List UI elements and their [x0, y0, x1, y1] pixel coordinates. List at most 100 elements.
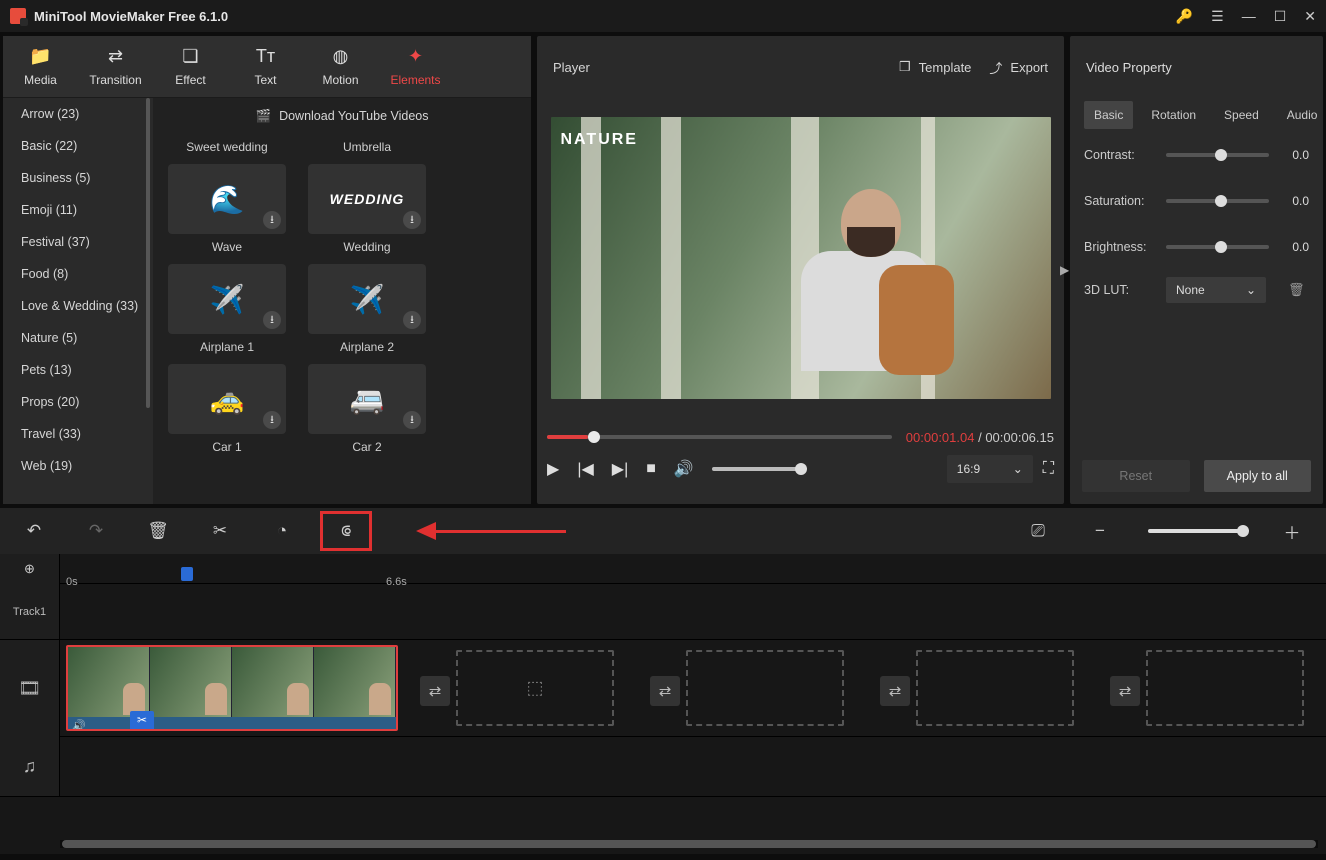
category-item[interactable]: Web (19) — [3, 450, 153, 482]
download-icon[interactable]: ⭳ — [263, 311, 281, 329]
delete-button[interactable]: 🗑 — [144, 517, 172, 545]
track-1-body[interactable] — [60, 584, 1326, 639]
category-item[interactable]: Basic (22) — [3, 130, 153, 162]
category-item[interactable]: Love & Wedding (33) — [3, 290, 153, 322]
add-media-icon: ⬚ — [526, 678, 543, 699]
zoom-in-button[interactable]: ＋ — [1278, 517, 1306, 545]
close-button[interactable]: ✕ — [1304, 8, 1316, 25]
slider-track[interactable] — [1166, 153, 1269, 157]
tab-effect[interactable]: ❏Effect — [153, 36, 228, 98]
crop-button-highlight: ⟃ — [320, 511, 372, 551]
undo-button[interactable]: ↶ — [20, 517, 48, 545]
transition-slot-icon[interactable]: ⇄ — [420, 676, 450, 706]
tab-transition[interactable]: ⇄Transition — [78, 36, 153, 98]
chevron-down-icon: ⌄ — [1246, 283, 1256, 297]
property-tab-basic[interactable]: Basic — [1084, 101, 1133, 129]
element-item[interactable]: 🚕⭳Car 1 — [167, 364, 287, 454]
element-item[interactable]: ✈️⭳Airplane 1 — [167, 264, 287, 354]
key-icon[interactable]: 🔑 — [1176, 8, 1193, 25]
prev-frame-button[interactable]: |◀ — [577, 459, 593, 479]
delete-lut-icon[interactable]: 🗑 — [1288, 282, 1305, 298]
element-item[interactable]: Sweet wedding — [167, 134, 287, 154]
timeline-horizontal-scrollbar[interactable] — [60, 840, 1318, 848]
apply-all-button[interactable]: Apply to all — [1204, 460, 1312, 492]
transition-slot-icon[interactable]: ⇄ — [650, 676, 680, 706]
element-item[interactable]: 🚐⭳Car 2 — [307, 364, 427, 454]
volume-slider[interactable] — [712, 467, 802, 471]
video-track-body[interactable]: 🔊 ✂ ⇄ ⬚ ⇄ ⇄ ⇄ — [60, 640, 1326, 736]
redo-button[interactable]: ↷ — [82, 517, 110, 545]
split-button[interactable]: ✂ — [206, 517, 234, 545]
download-icon[interactable]: ⭳ — [263, 211, 281, 229]
element-item[interactable]: ✈️⭳Airplane 2 — [307, 264, 427, 354]
zoom-out-button[interactable]: − — [1086, 517, 1114, 545]
tab-motion[interactable]: ◍Motion — [303, 36, 378, 98]
reset-button[interactable]: Reset — [1082, 460, 1190, 492]
empty-slot-1[interactable]: ⇄ ⬚ — [456, 650, 614, 726]
template-button[interactable]: ❒ Template — [899, 59, 971, 75]
scrub-bar[interactable]: 00:00:01.04 / 00:00:06.15 — [547, 426, 1054, 448]
empty-slot-4[interactable]: ⇄ — [1146, 650, 1304, 726]
player-controls: 00:00:01.04 / 00:00:06.15 ▶ |◀ ▶| ■ 🔊 16… — [537, 418, 1064, 504]
category-item[interactable]: Nature (5) — [3, 322, 153, 354]
overlay-illustration — [771, 179, 971, 399]
lut-select[interactable]: None ⌄ — [1166, 277, 1266, 303]
tab-media[interactable]: 📁Media — [3, 36, 78, 98]
add-track-button[interactable]: ⊕ — [0, 554, 60, 584]
empty-slot-2[interactable]: ⇄ — [686, 650, 844, 726]
empty-slot-3[interactable]: ⇄ — [916, 650, 1074, 726]
category-item[interactable]: Travel (33) — [3, 418, 153, 450]
download-icon[interactable]: ⭳ — [403, 211, 421, 229]
transition-slot-icon[interactable]: ⇄ — [1110, 676, 1140, 706]
aspect-ratio-select[interactable]: 16:9⌄ — [947, 455, 1033, 483]
audio-track-body[interactable] — [60, 737, 1326, 796]
tab-text[interactable]: TᴛText — [228, 36, 303, 98]
transition-slot-icon[interactable]: ⇄ — [880, 676, 910, 706]
play-button[interactable]: ▶ — [547, 459, 559, 479]
category-item[interactable]: Pets (13) — [3, 354, 153, 386]
element-item[interactable]: WEDDING⭳Wedding — [307, 164, 427, 254]
clip-audio-icon: 🔊 — [72, 719, 86, 732]
timeline-fit-icon[interactable]: ⎚ — [1024, 517, 1052, 545]
media-icon: 📁 — [29, 46, 51, 67]
category-item[interactable]: Festival (37) — [3, 226, 153, 258]
slider-brightness: Brightness:0.0 — [1070, 224, 1323, 270]
export-icon: ⤴ — [989, 58, 1002, 77]
download-icon[interactable]: ⭳ — [403, 411, 421, 429]
category-item[interactable]: Food (8) — [3, 258, 153, 290]
player-header: Player ❒ Template ⤴ Export — [537, 36, 1064, 98]
download-icon[interactable]: ⭳ — [263, 411, 281, 429]
category-scrollbar[interactable] — [146, 98, 150, 408]
property-tab-rotation[interactable]: Rotation — [1141, 101, 1206, 129]
video-clip[interactable]: 🔊 ✂ — [66, 645, 398, 731]
export-button[interactable]: ⤴ Export — [989, 58, 1048, 77]
category-item[interactable]: Business (5) — [3, 162, 153, 194]
slider-track[interactable] — [1166, 245, 1269, 249]
download-youtube-link[interactable]: 🎬 Download YouTube Videos — [153, 98, 531, 134]
collapse-property-icon[interactable]: ▶ — [1060, 263, 1069, 277]
download-icon[interactable]: ⭳ — [403, 311, 421, 329]
fullscreen-button[interactable]: ⛶ — [1043, 460, 1054, 478]
time-ruler[interactable]: ⊕ 0s 6.6s — [0, 554, 1326, 584]
time-label: 00:00:01.04 / 00:00:06.15 — [906, 430, 1054, 445]
category-item[interactable]: Arrow (23) — [3, 98, 153, 130]
hamburger-icon[interactable]: ☰ — [1211, 8, 1224, 25]
crop-button[interactable]: ⟃ — [332, 517, 360, 545]
property-tab-audio[interactable]: Audio — [1277, 101, 1326, 129]
volume-icon[interactable]: 🔊 — [674, 459, 694, 479]
element-item[interactable]: 🌊⭳Wave — [167, 164, 287, 254]
stop-button[interactable]: ■ — [646, 460, 656, 478]
category-item[interactable]: Emoji (11) — [3, 194, 153, 226]
app-logo — [10, 8, 26, 24]
minimize-button[interactable]: — — [1242, 8, 1256, 24]
speed-button[interactable]: ◔ — [268, 517, 296, 545]
property-tab-speed[interactable]: Speed — [1214, 101, 1269, 129]
maximize-button[interactable]: ☐ — [1274, 8, 1287, 25]
tab-elements[interactable]: ✦Elements — [378, 36, 453, 98]
category-item[interactable]: Props (20) — [3, 386, 153, 418]
slider-track[interactable] — [1166, 199, 1269, 203]
video-preview[interactable]: NATURE — [537, 98, 1064, 418]
next-frame-button[interactable]: ▶| — [612, 459, 628, 479]
zoom-slider[interactable] — [1148, 529, 1244, 533]
element-item[interactable]: Umbrella — [307, 134, 427, 154]
